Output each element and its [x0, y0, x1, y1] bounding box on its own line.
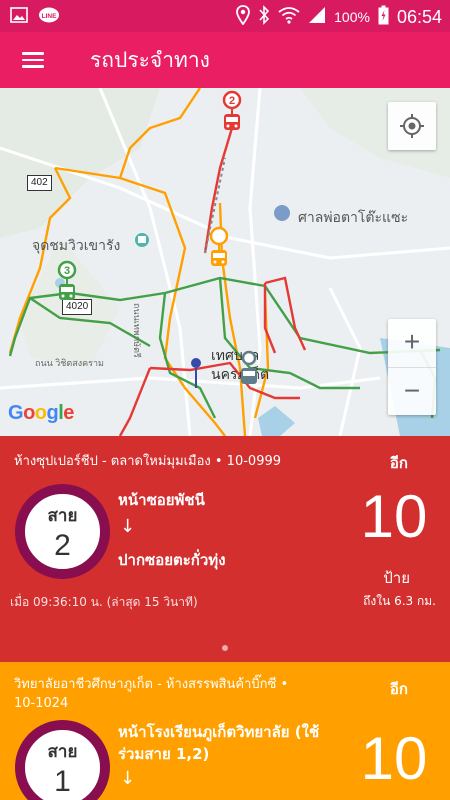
app-bar: รถประจำทาง: [0, 32, 450, 88]
from-stop-line1: หน้าโรงเรียนภูเก็ตวิทยาลัย (ใช้: [118, 723, 320, 741]
last-updated-text: เมื่อ 09:36:10 น. (ล่าสุด 15 วินาที): [10, 595, 198, 609]
route-badge-number: 1: [54, 765, 71, 798]
zoom-out-button[interactable]: −: [388, 367, 436, 415]
page-indicator-dot: [222, 645, 228, 651]
route-description: ห้างซุปเปอร์ชีป - ตลาดใหม่มุมเมือง • 10-…: [14, 454, 282, 469]
map-label-road-thepkasattri: ถนนเทพกษัตรี: [132, 303, 142, 358]
map-label-reservoir: จุดชมวิวเขารัง: [32, 237, 121, 253]
to-stop: ปากซอยตะกั่วทุ่ง: [118, 551, 226, 569]
bus-marker-grey[interactable]: [237, 350, 261, 390]
bus-card-route-1[interactable]: วิทยาลัยอาชีวศึกษาภูเก็ต - ห้างสรรพสินค้…: [0, 662, 450, 800]
clock: 06:54: [396, 6, 442, 27]
route-description-line2: 10-1024: [14, 696, 69, 711]
signal-icon: [308, 6, 326, 28]
stops-remaining-count: 10: [360, 725, 428, 792]
from-stop: หน้าซอยพัชนี: [118, 491, 205, 509]
location-icon: [236, 5, 251, 29]
hamburger-menu-icon[interactable]: [20, 46, 50, 74]
stops-remaining-count: 10: [360, 483, 428, 550]
my-location-button[interactable]: [388, 102, 436, 150]
distance-text: ถึงใน 6.3 กม.: [363, 594, 436, 608]
bus-marker-route-2-number: 2: [229, 95, 235, 107]
shrine-icon: [274, 205, 290, 221]
route-badge: สาย 2: [15, 484, 110, 579]
route-badge-label: สาย: [47, 506, 78, 526]
wifi-icon: [278, 6, 300, 28]
svg-text:LINE: LINE: [42, 13, 57, 20]
eta-prefix-label: อีก: [389, 454, 408, 472]
down-arrow-icon: ↓: [120, 768, 136, 789]
down-arrow-icon: ↓: [120, 516, 136, 537]
route-map[interactable]: จุดชมวิวเขารัง ศาลพ่อตาโต๊ะแซะ เทศบาล นค…: [0, 88, 450, 436]
bus-marker-route-3-number: 3: [64, 265, 70, 277]
bus-marker-route-2[interactable]: 2: [220, 90, 244, 138]
eta-prefix-label: อีก: [389, 680, 408, 698]
bus-card-route-2[interactable]: ห้างซุปเปอร์ชีป - ตลาดใหม่มุมเมือง • 10-…: [0, 436, 450, 662]
route-description-line1: วิทยาลัยอาชีวศึกษาภูเก็ต - ห้างสรรพสินค้…: [14, 677, 289, 692]
bus-marker-route-3[interactable]: 3: [55, 260, 79, 308]
road-shield-402: 402: [27, 175, 52, 191]
from-stop-line2: ร่วมสาย 1,2): [118, 745, 210, 763]
crosshair-icon: [400, 114, 424, 138]
stop-pin-icon: [191, 358, 201, 368]
bluetooth-icon: [258, 5, 270, 29]
line-app-icon: LINE: [38, 7, 60, 29]
battery-icon: [378, 5, 389, 29]
image-icon: [10, 7, 28, 29]
page-title: รถประจำทาง: [90, 48, 210, 72]
battery-percent: 100%: [334, 9, 370, 25]
route-badge: สาย 1: [15, 720, 110, 800]
map-label-road-vichit: ถนน วิชิตสงคราม: [35, 358, 104, 368]
route-badge-label: สาย: [47, 742, 78, 762]
zoom-in-button[interactable]: +: [388, 319, 436, 367]
bus-marker-route-1[interactable]: [207, 226, 231, 274]
zoom-controls: + −: [388, 319, 436, 415]
status-bar: LINE 100% 06:54: [0, 0, 450, 32]
route-badge-number: 2: [54, 529, 71, 562]
map-label-shrine: ศาลพ่อตาโต๊ะแซะ: [298, 209, 409, 225]
stops-unit-label: ป้าย: [383, 569, 410, 587]
google-logo: Google: [8, 402, 74, 424]
